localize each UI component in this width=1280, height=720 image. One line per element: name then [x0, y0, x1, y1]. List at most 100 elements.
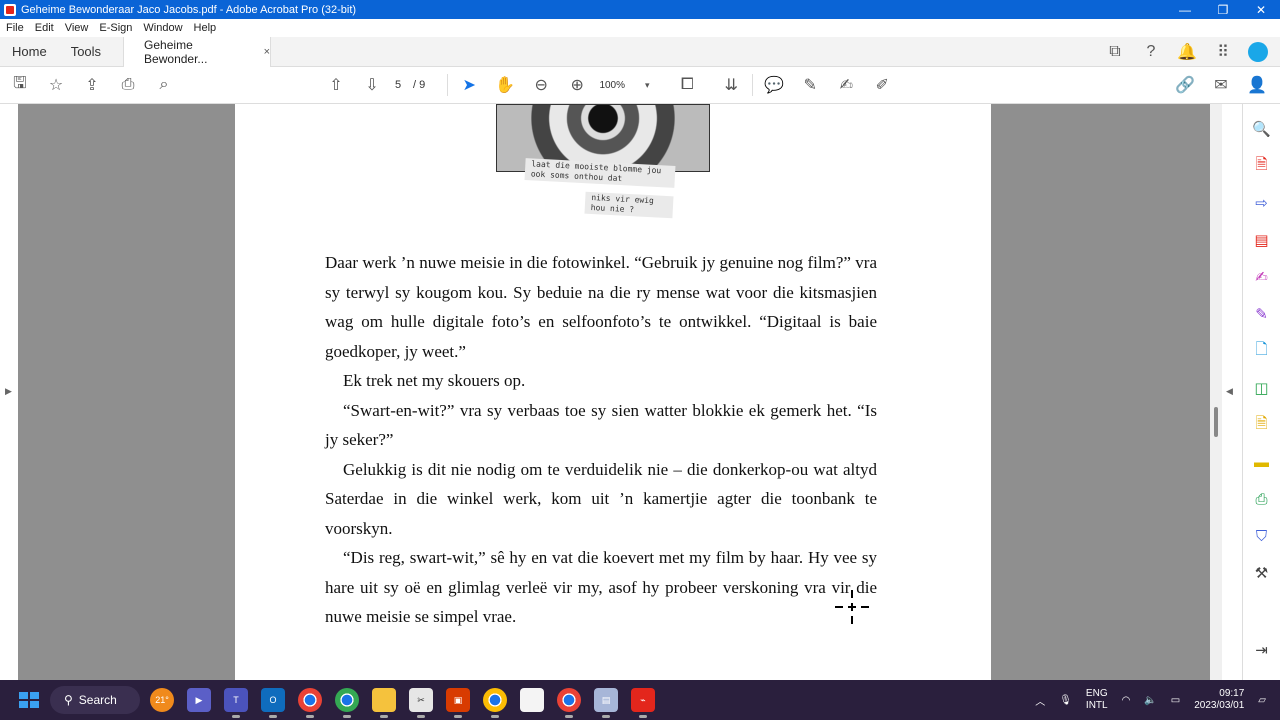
zoom-search-icon[interactable]: 🔍	[1251, 118, 1273, 140]
microphone-icon[interactable]: 🎙	[1059, 695, 1072, 706]
zoom-out-icon[interactable]: ⊖	[530, 74, 552, 96]
fill-sign-icon[interactable]: ✐	[871, 74, 893, 96]
save-icon[interactable]: 🖫	[9, 74, 31, 96]
right-tools-panel: 🔍 🗎 ⇨ ▤ ✍ ✎ 🗋 ◫ 🗎 ▬ ⎙ ⛉ ⚒ ⇥	[1242, 104, 1280, 680]
tab-document[interactable]: Geheime Bewonder... ×	[123, 36, 272, 67]
page-down-icon[interactable]: ⇩	[361, 74, 383, 96]
star-icon[interactable]: ☆	[45, 74, 67, 96]
clock-time: 09:17	[1219, 688, 1245, 699]
organize-pages-icon[interactable]: ▤	[1251, 229, 1273, 251]
menu-help[interactable]: Help	[194, 22, 217, 34]
weather-temp: 21°	[155, 695, 169, 705]
scrollbar-thumb[interactable]	[1214, 407, 1218, 437]
chrome-icon[interactable]	[335, 688, 359, 718]
crosshair-cursor	[835, 590, 869, 624]
scroll-mode-icon[interactable]: ⇊	[720, 74, 742, 96]
comment-icon[interactable]: 💬	[763, 74, 785, 96]
chrome-icon[interactable]	[557, 688, 581, 718]
fill-and-sign-icon[interactable]: ✎	[1251, 303, 1273, 325]
menu-edit[interactable]: Edit	[35, 22, 54, 34]
windows-taskbar: ⚲ Search 21° ▶ T O ✂ ▣ ▤ ⌁ ︿ 🎙 ENG INTL …	[0, 680, 1280, 720]
expand-arrow-icon[interactable]: ▶	[5, 386, 12, 397]
link-icon[interactable]: 🔗	[1174, 74, 1196, 96]
notification-icon[interactable]: ▱	[1258, 695, 1266, 706]
volume-icon[interactable]: 🔈	[1144, 695, 1156, 706]
protect-shield-icon[interactable]: ⛉	[1251, 525, 1273, 547]
help-icon[interactable]: ?	[1140, 41, 1162, 63]
minimize-button[interactable]: —	[1166, 3, 1204, 17]
menu-esign[interactable]: E-Sign	[99, 22, 132, 34]
zoom-in-icon[interactable]: ⊕	[566, 74, 588, 96]
vertical-scrollbar[interactable]	[1210, 104, 1222, 680]
battery-icon[interactable]: ▭	[1171, 695, 1180, 706]
snipping-tool-icon[interactable]: ✂	[409, 688, 433, 718]
tab-tools[interactable]: Tools	[59, 44, 113, 59]
language-code: ENG	[1085, 688, 1108, 699]
meet-icon[interactable]: ▶	[187, 688, 211, 712]
taskbar-search[interactable]: ⚲ Search	[50, 686, 140, 714]
request-signature-icon[interactable]: ✍	[1251, 266, 1273, 288]
window-title: Geheime Bewonderaar Jaco Jacobs.pdf - Ad…	[21, 3, 357, 16]
file-explorer-icon[interactable]	[372, 688, 396, 718]
weather-icon[interactable]: 21°	[150, 688, 174, 712]
clock-date: 2023/03/01	[1194, 700, 1245, 711]
clock[interactable]: 09:17 2023/03/01	[1194, 688, 1244, 712]
paragraph: “Dis reg, swart-wit,” sê hy en vat die k…	[325, 548, 877, 626]
menu-file[interactable]: File	[6, 22, 24, 34]
acrobat-taskbar-icon[interactable]: ⌁	[631, 688, 655, 718]
word-document-icon[interactable]: ▤	[594, 688, 618, 718]
start-button[interactable]	[12, 685, 42, 715]
main-toolbar: 🖫 ☆ ⇪ ⎙ ⌕ ⇧ ⇩ 5 / 9 ➤ ✋ ⊖ ⊕ 100% ▾ ⧠ ⇊ 💬…	[0, 67, 1280, 104]
sign-icon[interactable]: ✍	[835, 74, 857, 96]
bell-icon[interactable]: 🔔	[1176, 41, 1198, 63]
outlook-icon[interactable]: O	[261, 688, 285, 718]
tray-overflow-icon[interactable]: ︿	[1035, 693, 1045, 708]
print-production-icon[interactable]: ⎙	[1251, 488, 1273, 510]
close-tab-icon[interactable]: ×	[264, 46, 270, 58]
page-fit-icon[interactable]: ⧠	[676, 74, 698, 96]
chevron-down-icon[interactable]: ▾	[636, 74, 658, 96]
cloud-upload-icon[interactable]: ⇪	[81, 74, 103, 96]
document-canvas[interactable]: laat die mooiste blomme jou ook soms ont…	[18, 104, 1210, 680]
page-number-input[interactable]: 5	[383, 79, 413, 91]
chrome-icon[interactable]	[483, 688, 507, 718]
search-icon[interactable]: ⌕	[153, 74, 175, 96]
print-icon[interactable]: ⎙	[117, 74, 139, 96]
more-tools-icon[interactable]: ⚒	[1251, 562, 1273, 584]
language-indicator[interactable]: ENG INTL	[1086, 688, 1108, 712]
body-text: Daar werk ’n nuwe meisie in die fotowink…	[325, 248, 877, 632]
menu-bar: File Edit View E-Sign Window Help	[0, 19, 1280, 37]
edit-pdf-icon[interactable]: 🗋	[1251, 340, 1273, 362]
compress-pdf-icon[interactable]: 🗎	[1251, 414, 1273, 436]
hand-tool-icon[interactable]: ✋	[494, 74, 516, 96]
mail-icon[interactable]: ✉	[1210, 74, 1232, 96]
toolbar-divider	[447, 74, 449, 96]
document-icon[interactable]	[520, 688, 544, 712]
tab-home[interactable]: Home	[0, 44, 59, 59]
share-screen-icon[interactable]: ⧉	[1104, 41, 1126, 63]
pdf-page: laat die mooiste blomme jou ook soms ont…	[235, 104, 991, 680]
export-pdf-icon[interactable]: ⇨	[1251, 192, 1273, 214]
create-pdf-icon[interactable]: 🗎	[1251, 155, 1273, 177]
zoom-level-select[interactable]: 100%	[588, 80, 636, 91]
office-icon[interactable]: ▣	[446, 688, 470, 718]
paragraph: Daar werk ’n nuwe meisie in die fotowink…	[325, 253, 877, 361]
wifi-icon[interactable]: ◠	[1122, 695, 1131, 706]
maximize-button[interactable]: ❐	[1204, 3, 1242, 17]
collapse-right-panel-icon[interactable]: ◀	[1226, 386, 1233, 397]
highlight-pen-icon[interactable]: ✎	[799, 74, 821, 96]
select-cursor-icon[interactable]: ➤	[458, 74, 480, 96]
comment-tool-icon[interactable]: ▬	[1251, 451, 1273, 473]
share-user-icon[interactable]: 👤	[1246, 74, 1268, 96]
left-panel-toggle[interactable]: ▶	[0, 104, 18, 680]
teams-icon[interactable]: T	[224, 688, 248, 718]
compare-files-icon[interactable]: ◫	[1251, 377, 1273, 399]
page-up-icon[interactable]: ⇧	[325, 74, 347, 96]
menu-view[interactable]: View	[65, 22, 89, 34]
apps-grid-icon[interactable]: ⠿	[1212, 41, 1234, 63]
close-button[interactable]: ✕	[1242, 3, 1280, 17]
avatar[interactable]	[1248, 41, 1268, 62]
menu-window[interactable]: Window	[143, 22, 182, 34]
collapse-panel-icon[interactable]: ⇥	[1251, 639, 1273, 661]
chrome-icon[interactable]	[298, 688, 322, 718]
